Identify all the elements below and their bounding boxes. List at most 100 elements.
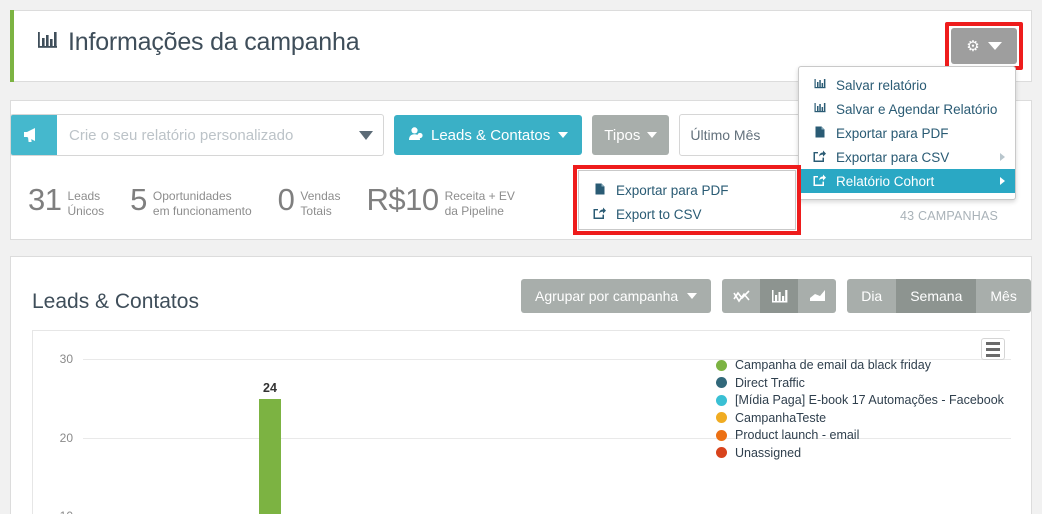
legend-label: [Mídia Paga] E-book 17 Automações - Face… xyxy=(735,393,1004,407)
submenu-item-label: Export to CSV xyxy=(616,206,702,222)
stats-row: 31 Leads Únicos 5 Oportunidades em funci… xyxy=(28,182,515,218)
group-by-button[interactable]: Agrupar por campanha xyxy=(521,279,712,313)
bar-campanha-black-friday[interactable] xyxy=(259,399,281,514)
chevron-down-icon xyxy=(987,42,1002,50)
stat-label-line1: Receita + EV xyxy=(444,189,515,203)
stat-label-line1: Vendas xyxy=(300,189,341,203)
types-label: Tipos xyxy=(604,126,641,144)
menu-item-salvar-agendar-relatorio[interactable]: Salvar e Agendar Relatório xyxy=(799,97,1015,121)
menu-item-label: Salvar relatório xyxy=(836,77,927,93)
bar-chart-icon xyxy=(813,78,826,92)
chevron-down-icon xyxy=(558,132,569,138)
hamburger-line xyxy=(986,347,1000,351)
area-chart-icon-button[interactable] xyxy=(798,279,837,313)
menu-item-relatorio-cohort[interactable]: Relatório Cohort xyxy=(799,169,1015,193)
y-axis-tick-20: 20 xyxy=(59,431,73,445)
chevron-down-icon xyxy=(359,130,373,140)
page-title: Informações da campanha xyxy=(36,28,360,57)
legend-color-swatch xyxy=(716,359,727,371)
leads-contacts-label: Leads & Contatos xyxy=(431,126,551,144)
menu-item-exportar-csv[interactable]: Exportar para CSV xyxy=(799,145,1015,169)
legend-color-swatch xyxy=(716,429,727,441)
stat-label: Receita + EV da Pipeline xyxy=(445,186,515,218)
date-range-value: Último Mês xyxy=(690,127,761,143)
bar-chart-icon xyxy=(813,102,826,116)
chart-legend: Campanha de email da black friday Direct… xyxy=(716,358,1004,460)
share-export-icon xyxy=(813,174,826,189)
page-title-text: Informações da campanha xyxy=(68,28,360,56)
chart-title: Leads & Contatos xyxy=(32,290,199,313)
megaphone-icon xyxy=(11,115,57,155)
stat-label: Vendas Totais xyxy=(300,186,340,218)
legend-color-swatch xyxy=(716,447,727,458)
legend-item[interactable]: [Mídia Paga] E-book 17 Automações - Face… xyxy=(716,393,1004,407)
stat-vendas-totais: 0 Vendas Totais xyxy=(277,182,341,218)
legend-color-swatch xyxy=(716,377,727,388)
stat-label-line2: em funcionamento xyxy=(152,203,252,218)
share-export-icon xyxy=(593,207,606,222)
interval-switcher: Dia Semana Mês xyxy=(847,279,1031,313)
bar-chart-icon xyxy=(771,290,788,303)
stat-label-line2: Únicos xyxy=(67,203,105,218)
settings-dropdown-menu: Salvar relatório Salvar e Agendar Relató… xyxy=(798,66,1016,200)
toolbar: Leads & Contatos Tipos Último Mês xyxy=(10,114,835,156)
bar-value-label: 24 xyxy=(263,381,277,395)
menu-item-label: Relatório Cohort xyxy=(836,173,935,189)
line-chart-icon-button[interactable] xyxy=(722,279,761,313)
hamburger-line xyxy=(986,353,1000,357)
legend-label: Unassigned xyxy=(735,445,802,460)
cohort-submenu: Exportar para PDF Export to CSV xyxy=(578,170,796,230)
stat-oportunidades: 5 Oportunidades em funcionamento xyxy=(130,182,252,218)
report-builder-group[interactable] xyxy=(10,114,384,156)
settings-gear-button[interactable]: ⚙ xyxy=(951,28,1017,64)
stat-label-line1: Leads xyxy=(67,189,101,203)
legend-color-swatch xyxy=(716,412,727,423)
report-search-input[interactable] xyxy=(57,115,349,155)
page-root: Informações da campanha ⚙ Crie o seu rel… xyxy=(0,0,1042,514)
hamburger-menu-icon[interactable] xyxy=(981,338,1005,360)
chevron-down-icon xyxy=(687,293,698,299)
user-icon xyxy=(408,126,423,145)
types-button[interactable]: Tipos xyxy=(592,115,670,155)
chevron-right-icon xyxy=(1000,177,1005,185)
legend-label: Campanha de email da black friday xyxy=(735,358,931,372)
stat-label: Oportunidades em funcionamento xyxy=(153,186,252,218)
bar-chart-icon-button[interactable] xyxy=(760,279,799,313)
submenu-item-exportar-pdf[interactable]: Exportar para PDF xyxy=(579,178,795,202)
report-dropdown-toggle[interactable] xyxy=(349,115,383,155)
stat-value: 0 xyxy=(277,182,295,217)
menu-item-salvar-relatorio[interactable]: Salvar relatório xyxy=(799,73,1015,97)
menu-item-exportar-pdf[interactable]: Exportar para PDF xyxy=(799,121,1015,145)
legend-item[interactable]: Product launch - email xyxy=(716,428,1004,442)
chevron-down-icon xyxy=(647,132,658,138)
submenu-item-export-csv[interactable]: Export to CSV xyxy=(579,202,795,226)
leads-contacts-button[interactable]: Leads & Contatos xyxy=(394,115,583,155)
chevron-right-icon xyxy=(1000,153,1005,161)
pdf-file-icon xyxy=(813,126,826,141)
header-accent-bar xyxy=(10,10,14,82)
gear-icon: ⚙ xyxy=(966,37,980,55)
legend-item[interactable]: Unassigned xyxy=(716,446,1004,460)
stat-value: 5 xyxy=(130,182,147,217)
legend-item[interactable]: Direct Traffic xyxy=(716,376,1004,390)
bar-chart-icon xyxy=(36,30,58,55)
y-axis-tick-30: 30 xyxy=(59,352,73,366)
group-by-label: Agrupar por campanha xyxy=(535,288,679,304)
y-axis-tick-10: 10 xyxy=(51,509,73,514)
hamburger-line xyxy=(986,341,1000,345)
interval-semana-button[interactable]: Semana xyxy=(896,279,977,313)
chart-type-switcher xyxy=(722,279,837,313)
menu-item-label: Exportar para CSV xyxy=(836,149,950,165)
stat-label: Leads Únicos xyxy=(67,186,104,218)
interval-mes-button[interactable]: Mês xyxy=(976,279,1031,313)
stat-leads-unicos: 31 Leads Únicos xyxy=(28,184,104,218)
legend-item[interactable]: Campanha de email da black friday xyxy=(716,358,1004,372)
campaign-count-label: 43 CAMPANHAS xyxy=(900,209,999,223)
legend-label: Direct Traffic xyxy=(735,375,805,390)
pdf-file-icon xyxy=(593,183,606,198)
menu-item-label: Salvar e Agendar Relatório xyxy=(836,101,998,117)
area-chart-icon xyxy=(809,290,825,301)
legend-label: Product launch - email xyxy=(735,428,860,442)
interval-dia-button[interactable]: Dia xyxy=(847,279,897,313)
legend-item[interactable]: CampanhaTeste xyxy=(716,411,1004,425)
